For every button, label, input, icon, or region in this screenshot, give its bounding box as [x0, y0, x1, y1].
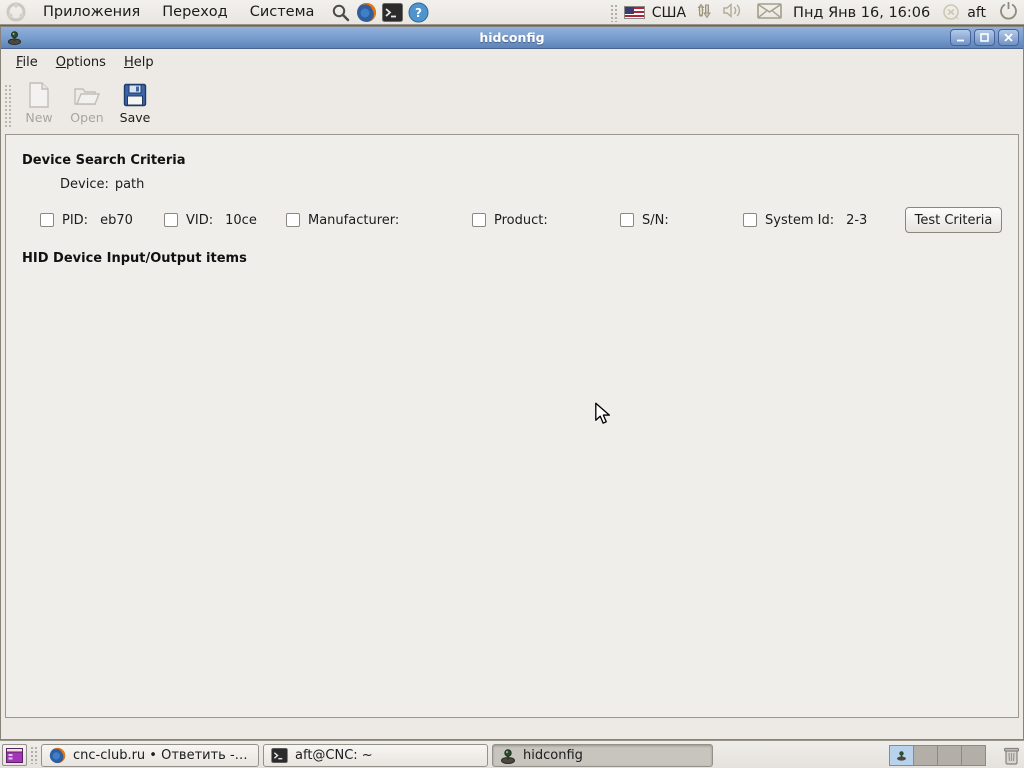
window-controls	[950, 29, 1019, 46]
vid-label: VID:	[186, 212, 214, 228]
power-icon[interactable]	[999, 1, 1018, 24]
vid-checkbox[interactable]	[164, 213, 178, 227]
pid-label: PID:	[62, 212, 89, 228]
updates-icon[interactable]	[693, 2, 715, 24]
terminal-icon[interactable]	[381, 1, 403, 23]
systemid-label: System Id:	[765, 212, 835, 228]
vid-criterion: VID: 10ce	[164, 207, 257, 233]
workspace-4[interactable]	[962, 746, 985, 765]
hidconfig-window: hidconfig File Options Help New Open Sav…	[0, 26, 1024, 740]
menu-options[interactable]: Options	[47, 51, 115, 74]
terminal-icon	[271, 748, 288, 763]
workspace-2[interactable]	[914, 746, 938, 765]
user-name: aft	[967, 4, 986, 21]
systemid-value: 2-3	[846, 212, 868, 228]
trash-icon[interactable]	[1001, 745, 1021, 766]
product-label: Product:	[494, 212, 548, 228]
workspace-1[interactable]	[890, 746, 914, 765]
firefox-icon[interactable]	[355, 1, 377, 23]
workspace-3[interactable]	[938, 746, 962, 765]
joystick-icon	[501, 748, 515, 764]
panel-launchers: ?	[329, 1, 429, 23]
sn-criterion: S/N:	[620, 207, 669, 233]
volume-icon[interactable]	[722, 2, 744, 23]
menu-file[interactable]: File	[7, 51, 47, 74]
keyboard-layout-label[interactable]: США	[652, 5, 686, 21]
open-button-label: Open	[70, 110, 104, 125]
mail-icon[interactable]	[757, 2, 782, 23]
menubar: File Options Help	[1, 49, 1023, 75]
open-button[interactable]: Open	[63, 79, 111, 125]
content-frame: Device Search Criteria Device: path PID: …	[5, 134, 1019, 718]
titlebar[interactable]: hidconfig	[1, 27, 1023, 49]
save-button[interactable]: Save	[111, 79, 159, 125]
pid-value: eb70	[100, 212, 133, 228]
product-criterion: Product:	[472, 207, 548, 233]
test-criteria-button[interactable]: Test Criteria	[905, 207, 1002, 233]
firefox-icon	[49, 747, 66, 764]
save-button-label: Save	[119, 110, 151, 125]
task-firefox[interactable]: cnc-club.ru • Ответить - ...	[41, 744, 259, 767]
task-hidconfig[interactable]: hidconfig	[492, 744, 713, 767]
maximize-button[interactable]	[974, 29, 995, 46]
taskbar: cnc-club.ru • Ответить - ... aft@CNC: ~ …	[0, 740, 1024, 768]
sn-checkbox[interactable]	[620, 213, 634, 227]
user-switcher[interactable]: aft	[941, 3, 986, 22]
minimize-button[interactable]	[950, 29, 971, 46]
toolbar-drag-handle[interactable]	[3, 83, 13, 127]
io-items-heading: HID Device Input/Output items	[22, 251, 247, 266]
menu-applications[interactable]: Приложения	[32, 1, 151, 23]
joystick-icon	[897, 751, 906, 761]
menu-system[interactable]: Система	[239, 1, 326, 23]
task-label: cnc-club.ru • Ответить - ...	[72, 748, 251, 763]
window-title: hidconfig	[479, 30, 545, 45]
manufacturer-checkbox[interactable]	[286, 213, 300, 227]
search-icon[interactable]	[329, 1, 351, 23]
menu-help[interactable]: Help	[115, 51, 163, 74]
search-criteria-heading: Device Search Criteria	[22, 153, 186, 168]
toolbar: New Open Save	[1, 75, 1023, 133]
system-tray: США Пнд Янв 16, 16:06 aft	[609, 0, 1018, 25]
task-terminal[interactable]: aft@CNC: ~	[263, 744, 488, 767]
tasklist-drag-handle[interactable]	[30, 746, 37, 764]
workspace-switcher	[889, 745, 986, 766]
new-button-label: New	[25, 110, 53, 125]
help-icon[interactable]: ?	[407, 1, 429, 23]
vid-value: 10ce	[225, 212, 257, 228]
menu-places[interactable]: Переход	[151, 1, 238, 23]
show-desktop-icon	[6, 747, 23, 763]
manufacturer-label: Manufacturer:	[308, 212, 400, 228]
show-desktop-button[interactable]	[2, 744, 27, 766]
close-button[interactable]	[998, 29, 1019, 46]
tray-drag-handle[interactable]	[609, 3, 617, 22]
device-label: Device:	[60, 177, 109, 192]
systemid-checkbox[interactable]	[743, 213, 757, 227]
new-document-icon	[15, 81, 63, 109]
new-button[interactable]: New	[15, 79, 63, 125]
device-value: path	[114, 177, 145, 192]
clock[interactable]: Пнд Янв 16, 16:06	[789, 5, 934, 21]
save-floppy-icon	[111, 81, 159, 109]
manufacturer-criterion: Manufacturer:	[286, 207, 399, 233]
task-label: aft@CNC: ~	[295, 748, 373, 763]
ubuntu-logo-icon[interactable]	[6, 2, 26, 22]
task-label: hidconfig	[523, 748, 583, 763]
device-line: Device: path	[60, 177, 144, 192]
product-checkbox[interactable]	[472, 213, 486, 227]
sn-label: S/N:	[642, 212, 669, 228]
keyboard-flag-icon[interactable]	[623, 6, 645, 19]
top-panel: Приложения Переход Система ? США Пнд Янв…	[0, 0, 1024, 25]
panel-menus: Приложения Переход Система	[32, 1, 325, 23]
open-folder-icon	[63, 81, 111, 109]
svg-text:?: ?	[415, 6, 422, 20]
systemid-criterion: System Id: 2-3	[743, 207, 867, 233]
user-icon	[943, 3, 960, 20]
pid-checkbox[interactable]	[40, 213, 54, 227]
pid-criterion: PID: eb70	[40, 207, 133, 233]
